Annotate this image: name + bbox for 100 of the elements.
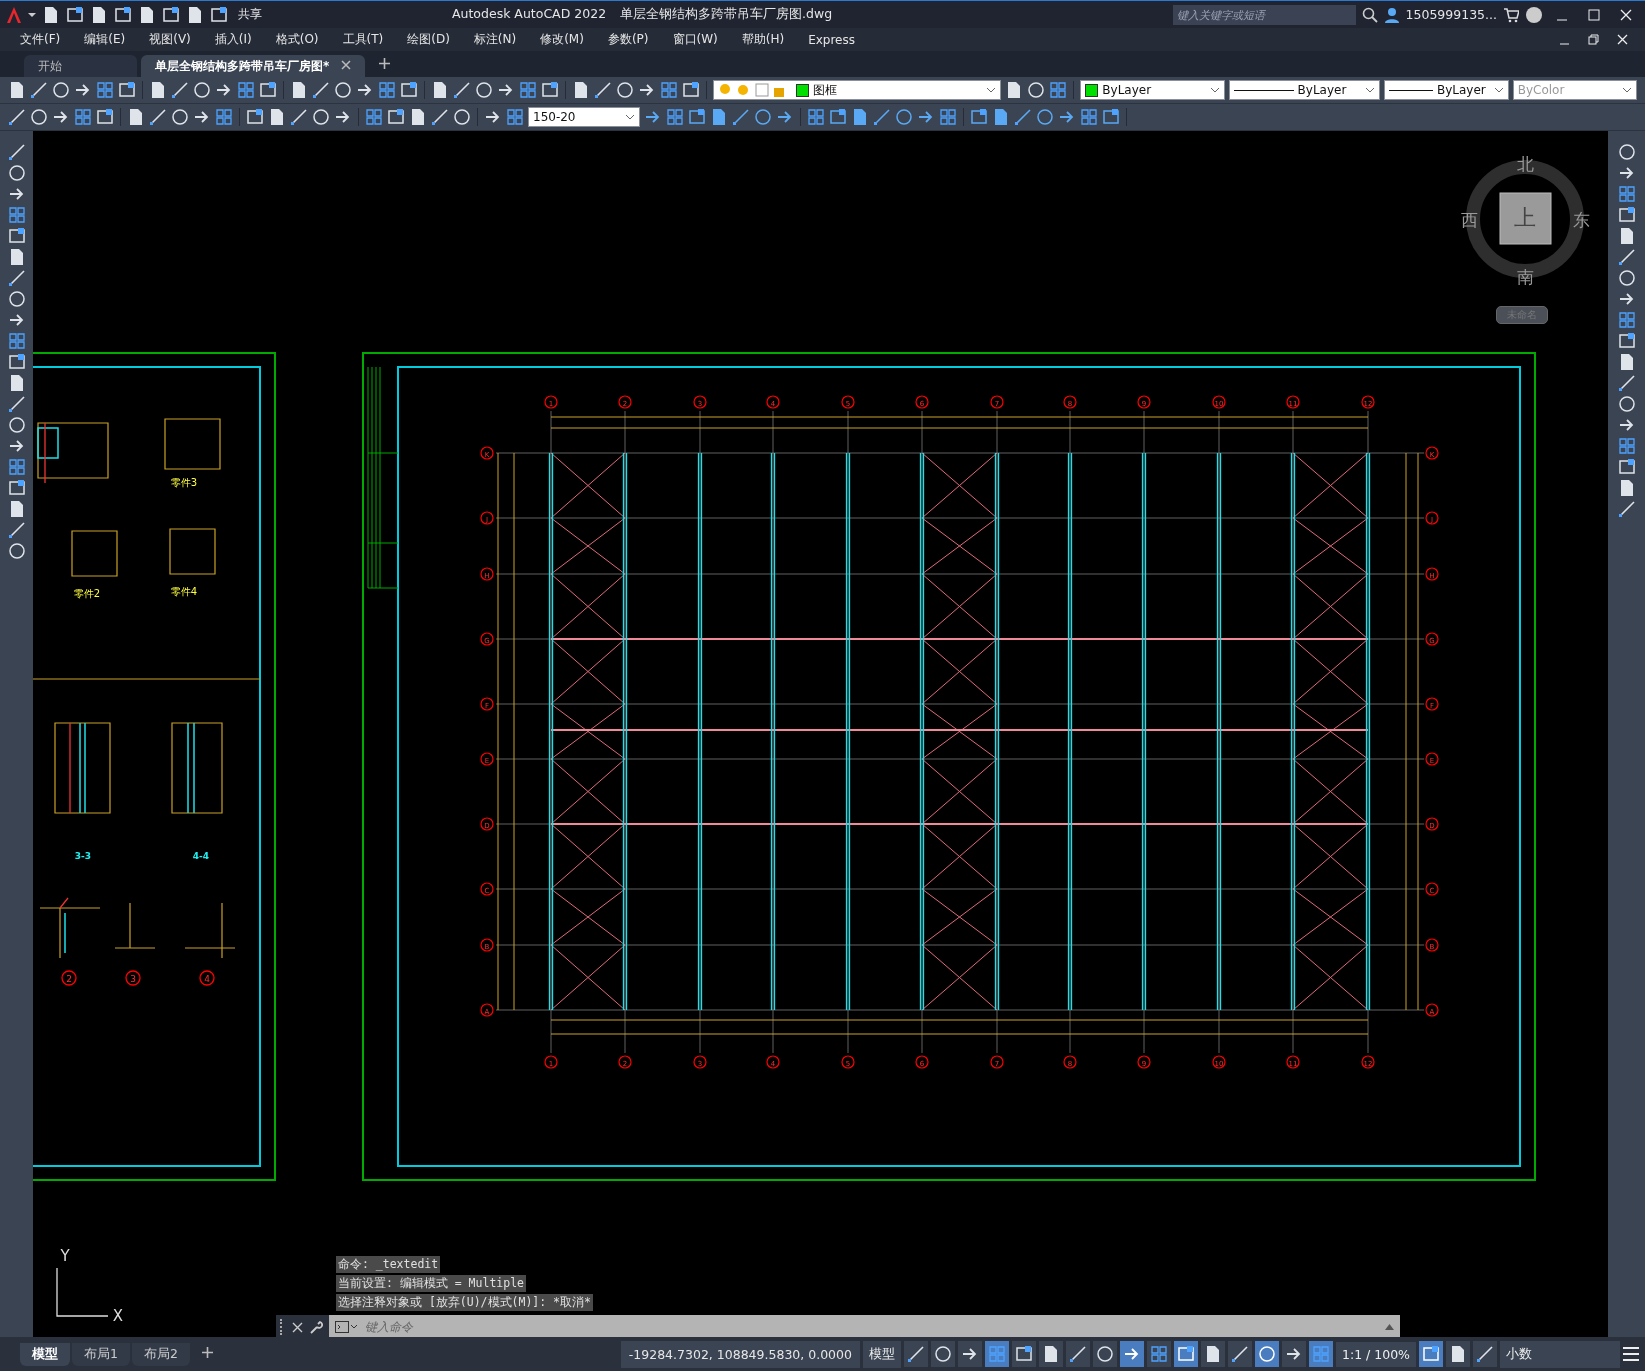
linetype-dropdown[interactable]: ByLayer xyxy=(1228,80,1380,100)
grid-icon[interactable] xyxy=(519,81,537,99)
square-icon[interactable] xyxy=(1102,108,1120,126)
square-icon[interactable] xyxy=(387,108,405,126)
status-toggle[interactable] xyxy=(904,1341,928,1367)
square-icon[interactable] xyxy=(1617,458,1636,476)
close-icon[interactable] xyxy=(292,1321,303,1333)
document-icon[interactable] xyxy=(572,81,590,99)
grid-icon[interactable] xyxy=(7,206,26,224)
document-icon[interactable] xyxy=(127,108,145,126)
units-dropdown[interactable]: 小数 xyxy=(1500,1340,1620,1368)
grid-icon[interactable] xyxy=(7,458,26,476)
status-toggle[interactable] xyxy=(1228,1341,1252,1367)
grid-icon[interactable] xyxy=(7,332,26,350)
grid-icon[interactable] xyxy=(506,108,524,126)
layer-dropdown[interactable]: 图框 xyxy=(713,80,1002,100)
menu-item[interactable]: 绘图(D) xyxy=(397,29,460,50)
circle-icon[interactable] xyxy=(754,108,772,126)
document-icon[interactable] xyxy=(290,81,308,99)
grid-icon[interactable] xyxy=(666,108,684,126)
square-icon[interactable] xyxy=(118,81,136,99)
grid-icon[interactable] xyxy=(939,108,957,126)
menu-item[interactable]: 文件(F) xyxy=(10,29,71,50)
layout-tab[interactable]: 布局1 xyxy=(72,1342,130,1366)
search-icon[interactable] xyxy=(1361,6,1378,23)
status-toggle[interactable] xyxy=(1039,1341,1063,1367)
status-toggle[interactable] xyxy=(1473,1341,1497,1367)
square-icon[interactable] xyxy=(970,108,988,126)
square-icon[interactable] xyxy=(66,5,84,24)
square-icon[interactable] xyxy=(682,81,700,99)
square-icon[interactable] xyxy=(259,81,277,99)
grid-icon[interactable] xyxy=(660,81,678,99)
status-toggle[interactable] xyxy=(1419,1341,1443,1367)
cart-icon[interactable] xyxy=(1503,6,1519,23)
grid-icon[interactable] xyxy=(1049,81,1068,99)
square-icon[interactable] xyxy=(1617,206,1636,224)
line-icon[interactable] xyxy=(1014,108,1032,126)
square-icon[interactable] xyxy=(829,108,847,126)
square-icon[interactable] xyxy=(1617,332,1636,350)
square-icon[interactable] xyxy=(246,108,264,126)
drawing-canvas[interactable] xyxy=(33,131,1608,1337)
square-icon[interactable] xyxy=(400,81,418,99)
status-toggle[interactable] xyxy=(1120,1341,1144,1367)
app-logo[interactable] xyxy=(6,5,22,24)
menu-item[interactable]: 帮助(H) xyxy=(731,29,795,50)
status-toggle[interactable] xyxy=(1012,1341,1036,1367)
status-toggle[interactable] xyxy=(1282,1341,1306,1367)
document-icon[interactable] xyxy=(138,5,156,24)
grid-icon[interactable] xyxy=(74,108,92,126)
menu-icon[interactable] xyxy=(1623,1347,1639,1361)
square-icon[interactable] xyxy=(7,353,26,371)
dimension-style-dropdown[interactable]: 150-20 xyxy=(528,107,640,127)
circle-icon[interactable] xyxy=(1036,108,1054,126)
document-icon[interactable] xyxy=(268,108,286,126)
document-icon[interactable] xyxy=(409,108,427,126)
status-toggle[interactable] xyxy=(1093,1341,1117,1367)
user-icon[interactable] xyxy=(1383,6,1400,23)
status-toggle[interactable] xyxy=(1174,1341,1198,1367)
menu-item[interactable]: 视图(V) xyxy=(139,29,201,50)
grid-icon[interactable] xyxy=(96,81,114,99)
document-tab[interactable]: 单层全钢结构多跨带吊车厂房图* xyxy=(141,55,366,77)
status-toggle[interactable] xyxy=(958,1341,982,1367)
menu-item[interactable]: 标注(N) xyxy=(463,29,527,50)
line-icon[interactable] xyxy=(873,108,891,126)
square-icon[interactable] xyxy=(96,108,114,126)
layout-tab[interactable]: 模型 xyxy=(20,1342,70,1366)
line-icon[interactable] xyxy=(732,108,750,126)
search-field[interactable]: 键入关键字或短语 xyxy=(1172,4,1356,25)
grid-icon[interactable] xyxy=(378,81,396,99)
status-toggle[interactable] xyxy=(1147,1341,1171,1367)
model-space-button[interactable]: 模型 xyxy=(863,1340,901,1368)
status-toggle[interactable] xyxy=(1309,1341,1333,1367)
status-toggle[interactable] xyxy=(1201,1341,1225,1367)
square-icon[interactable] xyxy=(7,227,26,245)
lineweight-dropdown[interactable]: ByLayer xyxy=(1383,80,1509,100)
status-toggle[interactable] xyxy=(931,1341,955,1367)
status-toggle[interactable] xyxy=(1066,1341,1090,1367)
square-icon[interactable] xyxy=(688,108,706,126)
circle-icon[interactable] xyxy=(895,108,913,126)
grid-icon[interactable] xyxy=(1617,311,1636,329)
menu-item[interactable]: 窗口(W) xyxy=(662,29,728,50)
document-icon[interactable] xyxy=(149,81,167,99)
grid-icon[interactable] xyxy=(1617,437,1636,455)
square-icon[interactable] xyxy=(162,5,180,24)
menu-item[interactable]: 修改(M) xyxy=(530,29,594,50)
menu-item[interactable]: 工具(T) xyxy=(332,29,394,50)
document-icon[interactable] xyxy=(186,5,204,24)
command-line-field[interactable]: 键入命令 xyxy=(329,1315,1400,1337)
grid-icon[interactable] xyxy=(237,81,255,99)
square-icon[interactable] xyxy=(114,5,132,24)
layout-tab[interactable]: 布局2 xyxy=(131,1342,190,1366)
grid-icon[interactable] xyxy=(807,108,825,126)
grid-icon[interactable] xyxy=(1617,185,1636,203)
annotation-scale-button[interactable]: 1:1 / 100% xyxy=(1336,1341,1416,1367)
menu-item[interactable]: 格式(O) xyxy=(265,29,329,50)
color-dropdown[interactable]: ByLayer xyxy=(1080,80,1225,100)
document-tab[interactable]: 开始 xyxy=(24,55,137,77)
status-toggle[interactable] xyxy=(1446,1341,1470,1367)
square-icon[interactable] xyxy=(7,479,26,497)
grid-icon[interactable] xyxy=(365,108,383,126)
